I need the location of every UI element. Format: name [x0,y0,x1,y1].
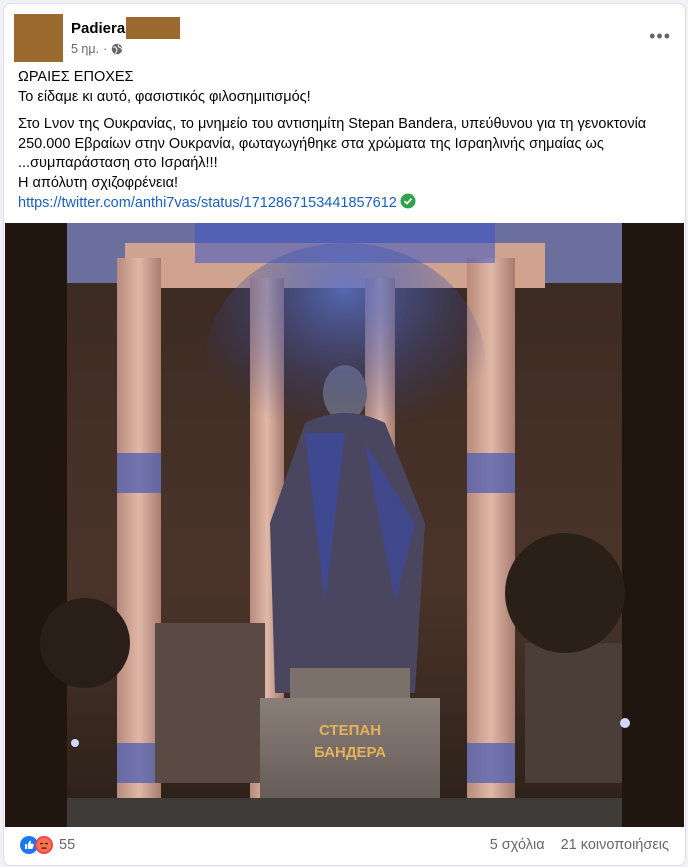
globe-icon [111,43,123,55]
post-text: ΩΡΑΙΕΣ ΕΠΟΧΕΣ Το είδαμε κι αυτό, φασιστι… [18,68,668,214]
avatar[interactable] [14,14,63,62]
reaction-count: 55 [59,837,76,853]
author-row: Padiera [71,17,181,39]
redaction-box [126,17,181,39]
post-footer: 55 5 σχόλια 21 κοινοποιήσεις [4,827,685,865]
reactions-summary[interactable]: 55 [20,836,75,854]
shares-count[interactable]: 21 κοινοποιήσεις [561,837,669,853]
post-header: Padiera 5 ημ. · ••• [14,14,675,62]
inscription-line-2: БАНДЕРА [314,744,386,761]
author-name[interactable]: Padiera [71,20,125,37]
comments-count[interactable]: 5 σχόλια [490,837,545,853]
post-line-3: Στο Lνον της Ουκρανίας, το μνημείο του α… [18,116,647,171]
post-line-2: Το είδαμε κι αυτό, φασιστικός φιλοσημιτι… [18,88,311,105]
post-time[interactable]: 5 ημ. [71,42,99,56]
post-meta: 5 ημ. · [71,42,123,56]
more-options-icon[interactable]: ••• [649,26,671,47]
post-card: Padiera 5 ημ. · ••• ΩΡΑΙΕΣ ΕΠΟΧΕΣ Το είδ… [3,3,686,866]
bandera-monument-image: СТЕПАН БАНДЕРА [5,223,684,827]
angry-reaction-icon [35,836,53,854]
inscription-line-1: СТЕПАН [319,722,381,739]
post-line-1: ΩΡΑΙΕΣ ΕΠΟΧΕΣ [18,69,134,85]
meta-separator: · [103,42,108,56]
verified-check-icon [400,193,416,209]
twitter-link[interactable]: https://twitter.com/anthi7vas/status/171… [18,195,397,211]
post-photo[interactable]: СТЕПАН БАНДЕРА [5,223,684,827]
post-line-4: Η απόλυτη σχιζοφρένεια! [18,174,179,191]
